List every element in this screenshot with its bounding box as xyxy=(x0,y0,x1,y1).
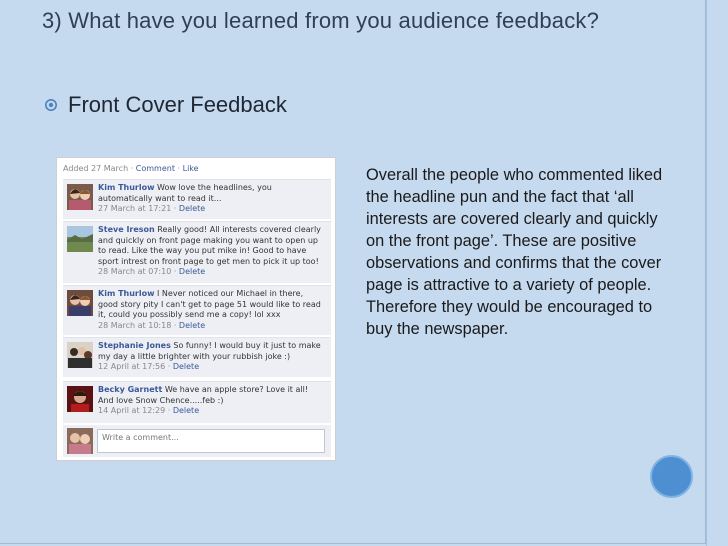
delete-link[interactable]: Delete xyxy=(179,204,205,213)
comment-author[interactable]: Stephanie Jones xyxy=(98,341,171,350)
bullet-text: Front Cover Feedback xyxy=(68,92,287,117)
slide-edge-line xyxy=(706,0,707,546)
bullet-row: Front Cover Feedback xyxy=(44,92,287,118)
comment-text-block: Becky Garnett We have an apple store? Lo… xyxy=(98,385,325,417)
comment-time: 28 March at 07:10 · xyxy=(98,267,177,277)
comment-input-row: Write a comment... xyxy=(63,425,331,457)
comment-item: Kim Thurlow I Never noticed our Michael … xyxy=(63,285,331,335)
comment-author[interactable]: Kim Thurlow xyxy=(98,183,154,192)
comment-item: Kim Thurlow Wow love the headlines, you … xyxy=(63,179,331,219)
like-link[interactable]: Like xyxy=(183,164,199,173)
delete-link[interactable]: Delete xyxy=(173,406,199,415)
delete-link[interactable]: Delete xyxy=(179,321,205,330)
bullet-icon xyxy=(44,98,58,112)
comment-input[interactable]: Write a comment... xyxy=(97,429,325,453)
comment-link[interactable]: Comment xyxy=(136,164,175,173)
comment-time: 14 April at 12:29 · xyxy=(98,406,171,416)
comment-text-block: Steve Ireson Really good! All interests … xyxy=(98,225,325,278)
decorative-circle xyxy=(650,455,693,498)
comment-item: Steve Ireson Really good! All interests … xyxy=(63,221,331,283)
feedback-screenshot: Added 27 March · Comment · Like Kim Thur… xyxy=(56,157,336,461)
comment-text-block: Kim Thurlow I Never noticed our Michael … xyxy=(98,289,325,331)
comment-author[interactable]: Steve Ireson xyxy=(98,225,155,234)
slide-title: 3) What have you learned from you audien… xyxy=(42,8,600,33)
comment-text-block: Stephanie Jones So funny! I would buy it… xyxy=(98,341,325,373)
comment-author[interactable]: Kim Thurlow xyxy=(98,289,154,298)
avatar xyxy=(67,342,93,368)
comment-item: Becky Garnett We have an apple store? Lo… xyxy=(63,381,331,423)
body-text: Overall the people who commented liked t… xyxy=(366,166,663,338)
avatar xyxy=(67,184,93,210)
avatar xyxy=(67,386,93,412)
comment-text-block: Kim Thurlow Wow love the headlines, you … xyxy=(98,183,325,215)
comment-author[interactable]: Becky Garnett xyxy=(98,385,162,394)
avatar xyxy=(67,226,93,252)
comment-time: 28 March at 10:18 · xyxy=(98,320,177,330)
meta-separator: · xyxy=(177,164,181,173)
feedback-meta: Added 27 March · Comment · Like xyxy=(63,164,199,173)
delete-link[interactable]: Delete xyxy=(173,362,199,371)
delete-link[interactable]: Delete xyxy=(179,267,205,276)
meta-prefix: Added 27 March · xyxy=(63,164,134,173)
comment-time: 27 March at 17:21 · xyxy=(98,204,177,214)
avatar xyxy=(67,428,93,454)
comment-time: 12 April at 17:56 · xyxy=(98,362,171,372)
comment-item: Stephanie Jones So funny! I would buy it… xyxy=(63,337,331,377)
avatar xyxy=(67,290,93,316)
